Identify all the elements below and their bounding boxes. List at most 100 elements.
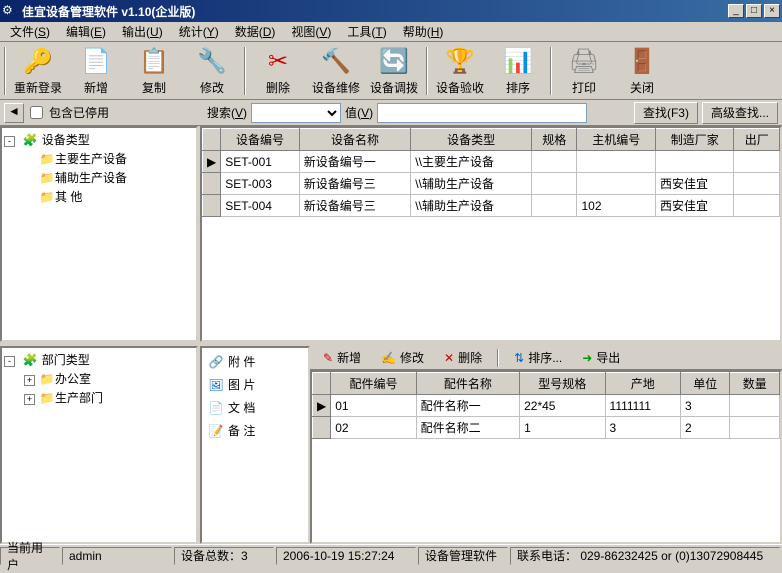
row-indicator: ▶ — [313, 395, 331, 417]
toolbar-设备调拨-button[interactable]: 🔄设备调拨 — [366, 45, 422, 97]
expand-icon[interactable]: - — [4, 356, 15, 367]
table-row[interactable]: 02配件名称二132 — [313, 417, 780, 439]
minimize-button[interactable]: _ — [728, 4, 744, 18]
column-header[interactable]: 数量 — [730, 373, 780, 395]
column-header[interactable]: 型号规格 — [520, 373, 605, 395]
folder-icon: 📁 — [39, 171, 55, 185]
detail-add-button[interactable]: ✎新增 — [314, 346, 370, 369]
tab-图片[interactable]: 🖼图 片 — [204, 373, 306, 396]
value-label: 值(V) — [345, 104, 373, 121]
column-header[interactable]: 配件名称 — [416, 373, 519, 395]
tree-item[interactable]: +📁生产部门 — [4, 388, 194, 407]
detail-edit-button[interactable]: ✍修改 — [372, 346, 433, 369]
expand-icon[interactable]: - — [4, 136, 15, 147]
status-user-label: 当前用户 — [0, 547, 60, 565]
parts-grid[interactable]: 配件编号配件名称型号规格产地单位数量▶01配件名称一22*45111111130… — [310, 370, 782, 544]
column-header[interactable]: 制造厂家 — [655, 129, 734, 151]
删除-icon: ✂ — [262, 46, 294, 77]
device-grid[interactable]: 设备编号设备名称设备类型规格主机编号制造厂家出厂▶SET-001新设备编号一\\… — [200, 126, 782, 342]
toolbar-separator — [426, 47, 428, 95]
detail-column: ✎新增 ✍修改 ✕删除 ⇅排序... ➜导出 配件编号配件名称型号规格产地单位数… — [310, 346, 782, 544]
table-row[interactable]: SET-003新设备编号三\\辅助生产设备西安佳宜 — [203, 173, 780, 195]
device-type-tree[interactable]: - 🧩 设备类型 📁主要生产设备📁辅助生产设备📁其 他 — [0, 126, 198, 342]
department-tree[interactable]: - 🧩 部门类型 +📁办公室+📁生产部门 — [0, 346, 198, 544]
close-button[interactable]: × — [764, 4, 780, 18]
menu-输出[interactable]: 输出(U) — [114, 21, 171, 42]
menu-文件[interactable]: 文件(S) — [2, 21, 58, 42]
设备调拨-icon: 🔄 — [378, 46, 410, 77]
menu-工具[interactable]: 工具(T) — [339, 21, 394, 42]
app-icon: ⚙ — [2, 3, 18, 19]
tree-item[interactable]: +📁办公室 — [4, 369, 194, 388]
tab-备注[interactable]: 📝备 注 — [204, 419, 306, 442]
main-toolbar: 🔑重新登录📄新增📋复制🔧修改✂删除🔨设备维修🔄设备调拨🏆设备验收📊排序🖨打印🚪关… — [0, 42, 782, 100]
column-header[interactable]: 主机编号 — [577, 129, 656, 151]
tree-item[interactable]: 📁其 他 — [4, 187, 194, 206]
打印-icon: 🖨 — [568, 46, 600, 77]
table-row[interactable]: SET-004新设备编号三\\辅助生产设备102西安佳宜 — [203, 195, 780, 217]
detail-delete-button[interactable]: ✕删除 — [435, 346, 491, 369]
column-header[interactable]: 单位 — [681, 373, 730, 395]
toolbar-新增-button[interactable]: 📄新增 — [68, 45, 124, 97]
title-bar: ⚙ 佳宜设备管理软件 v1.10(企业版) _ □ × — [0, 0, 782, 22]
menu-视图[interactable]: 视图(V) — [283, 21, 339, 42]
row-indicator: ▶ — [203, 151, 221, 173]
column-header[interactable]: 设备编号 — [221, 129, 300, 151]
toolbar-排序-button[interactable]: 📊排序 — [490, 45, 546, 97]
separator — [497, 349, 499, 367]
column-header[interactable]: 规格 — [532, 129, 577, 151]
menu-数据[interactable]: 数据(D) — [227, 21, 284, 42]
folder-icon: 🧩 — [22, 353, 38, 367]
tab-附件[interactable]: 🔗附 件 — [204, 350, 306, 373]
search-field-select[interactable] — [251, 103, 341, 123]
include-disabled-checkbox[interactable] — [30, 106, 43, 119]
window-title: 佳宜设备管理软件 v1.10(企业版) — [22, 3, 726, 20]
column-header[interactable]: 设备名称 — [299, 129, 411, 151]
menu-帮助[interactable]: 帮助(H) — [395, 21, 452, 42]
expand-icon[interactable]: + — [24, 375, 35, 386]
toolbar-打印-button[interactable]: 🖨打印 — [556, 45, 612, 97]
tree-root-device-type[interactable]: - 🧩 设备类型 — [4, 130, 194, 149]
column-header[interactable]: 出厂 — [734, 129, 780, 151]
maximize-button[interactable]: □ — [746, 4, 762, 18]
find-button[interactable]: 查找(F3) — [634, 102, 698, 124]
search-value-input[interactable] — [377, 103, 587, 123]
folder-icon: 📁 — [39, 372, 55, 386]
toolbar-设备维修-button[interactable]: 🔨设备维修 — [308, 45, 364, 97]
table-row[interactable]: ▶SET-001新设备编号一\\主要生产设备 — [203, 151, 780, 173]
column-header[interactable]: 产地 — [605, 373, 680, 395]
column-header[interactable]: 配件编号 — [331, 373, 416, 395]
detail-sort-button[interactable]: ⇅排序... — [505, 346, 571, 369]
expand-icon[interactable]: + — [24, 394, 35, 405]
advanced-find-button[interactable]: 高级查找... — [702, 102, 778, 124]
toolbar-关闭-button[interactable]: 🚪关闭 — [614, 45, 670, 97]
重新登录-icon: 🔑 — [22, 46, 54, 77]
toolbar-修改-button[interactable]: 🔧修改 — [184, 45, 240, 97]
detail-export-button[interactable]: ➜导出 — [573, 346, 629, 369]
detail-toolbar: ✎新增 ✍修改 ✕删除 ⇅排序... ➜导出 — [310, 346, 782, 370]
menu-统计[interactable]: 统计(Y) — [171, 21, 227, 42]
delete-icon: ✕ — [444, 351, 454, 365]
menu-编辑[interactable]: 编辑(E) — [58, 21, 114, 42]
column-header[interactable]: 设备类型 — [411, 129, 532, 151]
toolbar-复制-button[interactable]: 📋复制 — [126, 45, 182, 97]
图片-icon: 🖼 — [208, 378, 224, 392]
新增-icon: 📄 — [80, 46, 112, 77]
tree-item[interactable]: 📁辅助生产设备 — [4, 168, 194, 187]
status-bar: 当前用户 admin 设备总数：3 2006-10-19 15:27:24 设备… — [0, 544, 782, 566]
row-indicator — [313, 417, 331, 439]
detail-tabs: 🔗附 件🖼图 片📄文 档📝备 注 — [200, 346, 310, 544]
table-row[interactable]: ▶01配件名称一22*4511111113 — [313, 395, 780, 417]
toolbar-设备验收-button[interactable]: 🏆设备验收 — [432, 45, 488, 97]
toolbar-重新登录-button[interactable]: 🔑重新登录 — [10, 45, 66, 97]
status-user-value: admin — [62, 547, 172, 565]
nav-prev-button[interactable]: ◄ — [4, 103, 24, 123]
sort-icon: ⇅ — [514, 351, 524, 365]
tab-文档[interactable]: 📄文 档 — [204, 396, 306, 419]
toolbar-separator — [550, 47, 552, 95]
folder-icon: 🧩 — [22, 133, 38, 147]
tree-item[interactable]: 📁主要生产设备 — [4, 149, 194, 168]
tree-root-department[interactable]: - 🧩 部门类型 — [4, 350, 194, 369]
main-area: - 🧩 设备类型 📁主要生产设备📁辅助生产设备📁其 他 - 🧩 部门类型 +📁办… — [0, 126, 782, 544]
toolbar-删除-button[interactable]: ✂删除 — [250, 45, 306, 97]
